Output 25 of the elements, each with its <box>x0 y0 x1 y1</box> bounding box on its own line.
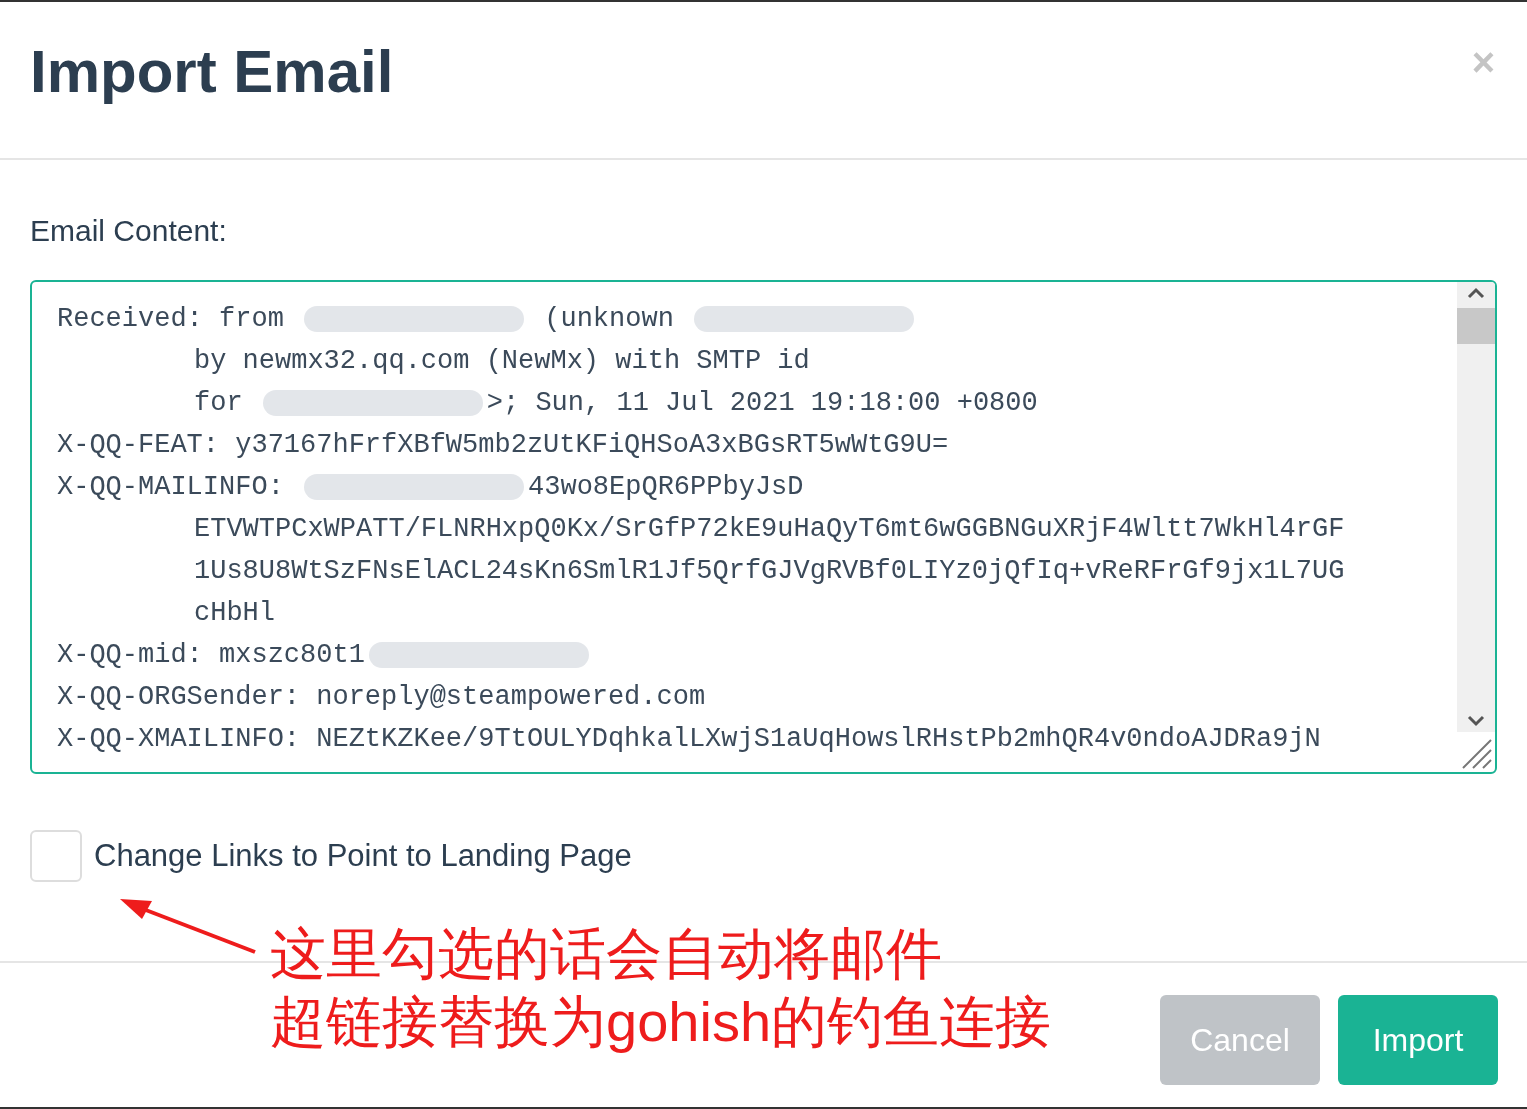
email-header-line: X-QQ-ORGSender: noreply@steampowered.com <box>57 680 707 714</box>
email-content-field[interactable] <box>30 280 1497 774</box>
email-header-line: for >; Sun, 11 Jul 2021 19:18:00 +0800 <box>193 386 1039 420</box>
scroll-down-icon[interactable] <box>1466 714 1486 728</box>
field-label: Email Content: <box>30 216 227 246</box>
checkbox-label[interactable]: Change Links to Point to Landing Page <box>94 832 632 880</box>
email-header-line: X-QQ-FEAT: y37167hFrfXBfW5mb2zUtKFiQHSoA3xBGsRT5wWtG9U= <box>57 428 950 462</box>
close-button[interactable]: × <box>1471 42 1495 82</box>
scroll-up-icon[interactable] <box>1466 286 1486 300</box>
email-header-line: X-QQ-XMAILINFO: NEZtKZKee/9TtOULYDqhkalLXwjS1aUqHowslRHstPb2mhQR4v0ndoAJDRa9jN <box>57 722 1322 756</box>
annotation-text: 这里勾选的话会自动将邮件 <box>270 921 943 987</box>
import-button[interactable]: Import <box>1338 995 1498 1085</box>
email-header-line: X-QQ-MAILINFO: 43wo8EpQR6PPbyJsD <box>57 470 805 504</box>
scrollbar-thumb[interactable] <box>1457 308 1495 344</box>
email-header-line: by newmx32.qq.com (NewMx) with SMTP id <box>193 344 811 378</box>
email-header-line: 1Us8U8WtSzFNsElACL24sKn6SmlR1Jf5QrfGJVgRVBf0LIYz0jQfIq+vReRFrGf9jx1L7UG <box>193 554 1346 588</box>
email-header-line: Received: from (unknown <box>57 298 1457 340</box>
email-header-line: cHbHl <box>193 596 276 630</box>
dialog-title: Import Email <box>30 42 394 102</box>
checkbox[interactable] <box>30 830 82 882</box>
cancel-button[interactable]: Cancel <box>1160 995 1320 1085</box>
email-header-line: X-QQ-mid: mxszc80t1 <box>57 634 1457 676</box>
scrollbar[interactable] <box>1457 282 1495 732</box>
email-header-line: ETVWTPCxWPATT/FLNRHxpQ0Kx/SrGfP72kE9uHaQyT6mt6wGGBNGuXRjF4Wltt7WkHl4rGF <box>193 512 1346 546</box>
annotation-text: 超链接替换为gohish的钓鱼连接 <box>270 989 1052 1055</box>
